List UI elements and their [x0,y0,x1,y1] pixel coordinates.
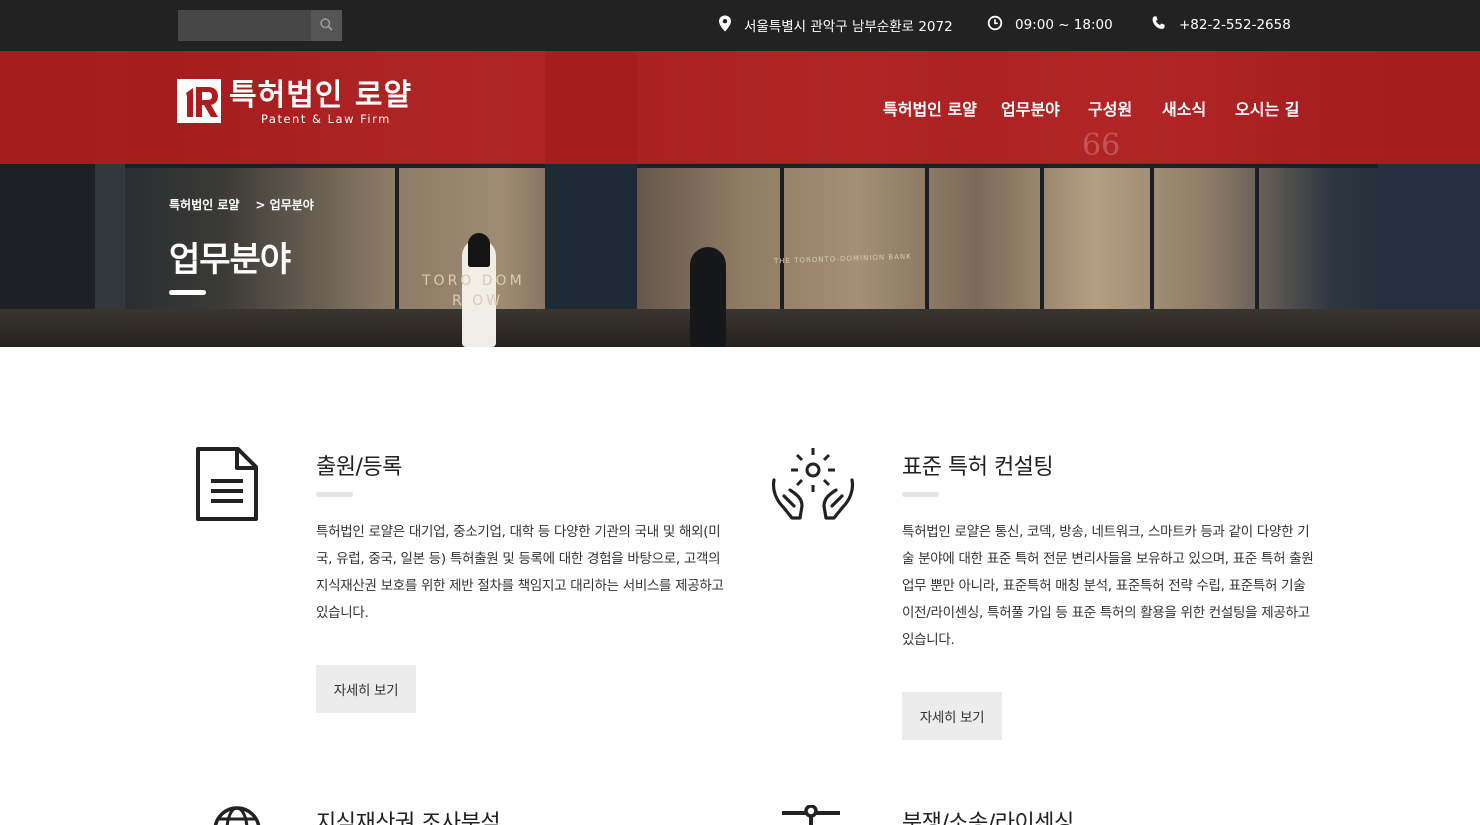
details-button[interactable]: 자세히 보기 [902,692,1002,740]
service-title: 출원/등록 [316,455,402,480]
breadcrumb-current: > 업무분야 [255,198,314,212]
breadcrumb: 특허법인 로얄 > 업무분야 [169,196,314,213]
title-underline [169,290,206,295]
phone-icon [1151,15,1179,35]
hero-person [690,247,726,347]
logo[interactable]: 특허법인 로얄 Patent & Law Firm [177,79,412,125]
logo-name: 특허법인 로얄 [229,78,413,113]
service-title: 분쟁/소송/라이센싱 [902,811,1074,825]
service-title: 지식재산권 조사분석 [316,811,501,825]
search-icon [320,17,333,34]
quote-mark: 66 [1082,128,1121,163]
service-description: 특허법인 로얄은 통신, 코덱, 방송, 네트워크, 스마트카 등과 같이 다양… [902,524,1314,648]
nav-item-practice-areas[interactable]: 업무분야 [1001,96,1060,120]
hero-person-head [468,233,490,267]
breadcrumb-home[interactable]: 특허법인 로얄 [169,196,239,213]
search-input[interactable] [178,10,311,41]
hero-sign: THE TORONTO-DOMINION BANK [773,252,912,266]
address-info: 서울특별시 관악구 남부순환로 2072 [718,14,953,36]
search-button[interactable] [311,10,342,41]
page-title: 업무분야 [169,240,291,280]
hero-sign: TORO DOM [422,273,525,289]
globe-icon [212,805,262,825]
nav-item-news[interactable]: 새소식 [1162,96,1206,120]
phone-text[interactable]: +82-2-552-2658 [1179,17,1291,33]
service-description: 특허법인 로얄은 대기업, 중소기업, 대학 등 다양한 기관의 국내 및 해외… [316,524,724,621]
hero-floor [0,309,1480,347]
logo-mark-icon [177,79,221,123]
nav-item-members[interactable]: 구성원 [1088,96,1132,120]
hours-text: 09:00 ~ 18:00 [1015,17,1113,33]
logo-subtitle: Patent & Law Firm [261,112,391,126]
service-title-bar [902,492,939,497]
document-icon [195,446,259,526]
top-bar: 서울특별시 관악구 남부순환로 2072 09:00 ~ 18:00 +82-2… [0,0,1480,51]
hands-idea-icon [770,446,856,526]
details-button[interactable]: 자세히 보기 [316,665,416,713]
address-text: 서울특별시 관악구 남부순환로 2072 [744,19,953,35]
scales-icon [780,804,842,825]
service-title: 표준 특허 컨설팅 [902,455,1054,480]
hero-sign: R OW [452,293,504,309]
service-title-bar [316,492,353,497]
map-pin-icon [718,15,744,36]
main-navbar: 특허법인 로얄 Patent & Law Firm 특허법인 로얄 업무분야 구… [0,51,1480,164]
nav-item-directions[interactable]: 오시는 길 [1235,96,1299,120]
clock-icon [987,15,1015,35]
search-box [178,10,342,41]
phone-info: +82-2-552-2658 [1151,14,1291,36]
nav-item-about[interactable]: 특허법인 로얄 [883,96,977,120]
hours-info: 09:00 ~ 18:00 [987,14,1113,36]
logo-text: 특허법인 로얄 Patent & Law Firm [229,78,413,126]
